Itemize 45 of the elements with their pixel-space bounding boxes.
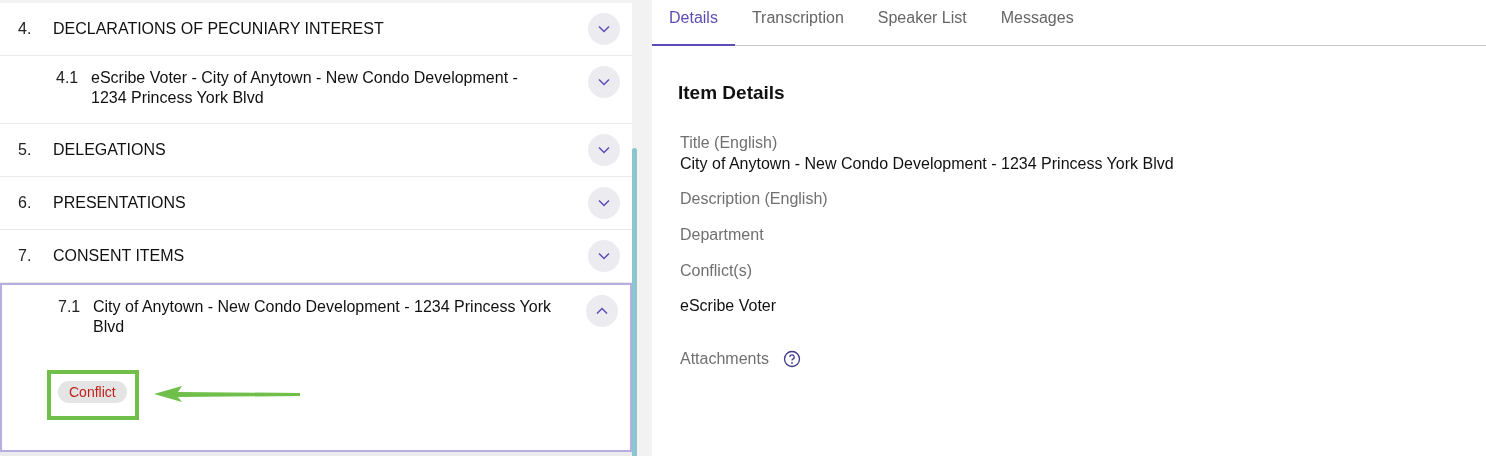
field-label: Title (English) bbox=[680, 132, 778, 153]
field-value: City of Anytown - New Condo Development - 1234 Princess York Blvd bbox=[680, 153, 1175, 174]
item-title: City of Anytown - New Condo Development - 1234 Princess York Blvd bbox=[93, 297, 552, 337]
field-label: Conflict(s) bbox=[680, 260, 752, 281]
item-number: 7.1 bbox=[58, 297, 82, 317]
field-label: Department bbox=[680, 224, 764, 245]
chevron-down-icon bbox=[598, 78, 610, 86]
agenda-item[interactable]: 7. CONSENT ITEMS bbox=[0, 230, 632, 282]
chevron-down-icon bbox=[598, 199, 610, 207]
expand-button[interactable] bbox=[588, 240, 620, 272]
item-title: DECLARATIONS OF PECUNIARY INTEREST bbox=[53, 19, 385, 39]
collapse-button[interactable] bbox=[586, 295, 618, 327]
expand-button[interactable] bbox=[588, 134, 620, 166]
field-label: Description (English) bbox=[680, 188, 828, 209]
item-number: 6. bbox=[18, 193, 33, 213]
tab[interactable]: Speaker List bbox=[860, 0, 984, 46]
tab[interactable]: Transcription bbox=[734, 0, 861, 46]
field-label: Attachments bbox=[680, 348, 769, 369]
section-heading: Item Details bbox=[678, 81, 786, 105]
agenda-item[interactable]: 5. DELEGATIONS bbox=[0, 124, 632, 176]
agenda-item[interactable]: 7.1 City of Anytown - New Condo Development - 1234 Princess York Blvd Conflict bbox=[0, 283, 632, 452]
agenda-item[interactable]: 4.1 eScribe Voter - City of Anytown - New Condo Development - 1234 Princess York Blvd bbox=[0, 56, 632, 123]
item-number: 7. bbox=[18, 246, 33, 266]
expand-button[interactable] bbox=[588, 66, 620, 98]
item-title: PRESENTATIONS bbox=[53, 193, 187, 213]
item-title: eScribe Voter - City of Anytown - New Condo Development - 1234 Princess York Blvd bbox=[91, 68, 519, 108]
chevron-down-icon bbox=[598, 25, 610, 33]
chevron-up-icon bbox=[596, 307, 608, 315]
chevron-down-icon bbox=[598, 146, 610, 154]
tab[interactable]: Details bbox=[652, 0, 735, 46]
expand-button[interactable] bbox=[588, 13, 620, 45]
item-number: 5. bbox=[18, 140, 33, 160]
agenda-item[interactable]: 4. DECLARATIONS OF PECUNIARY INTEREST bbox=[0, 3, 632, 55]
chevron-down-icon bbox=[598, 252, 610, 260]
tab[interactable]: Messages bbox=[983, 0, 1091, 46]
item-number: 4.1 bbox=[56, 68, 80, 88]
agenda-item[interactable]: 6. PRESENTATIONS bbox=[0, 177, 632, 229]
conflict-tag: Conflict bbox=[58, 381, 127, 403]
help-icon[interactable] bbox=[782, 349, 801, 368]
expand-button[interactable] bbox=[588, 187, 620, 219]
scrollbar[interactable] bbox=[632, 148, 637, 456]
item-title: CONSENT ITEMS bbox=[53, 246, 186, 266]
field-value: eScribe Voter bbox=[680, 295, 778, 316]
item-title: DELEGATIONS bbox=[53, 140, 167, 160]
item-number: 4. bbox=[18, 19, 33, 39]
